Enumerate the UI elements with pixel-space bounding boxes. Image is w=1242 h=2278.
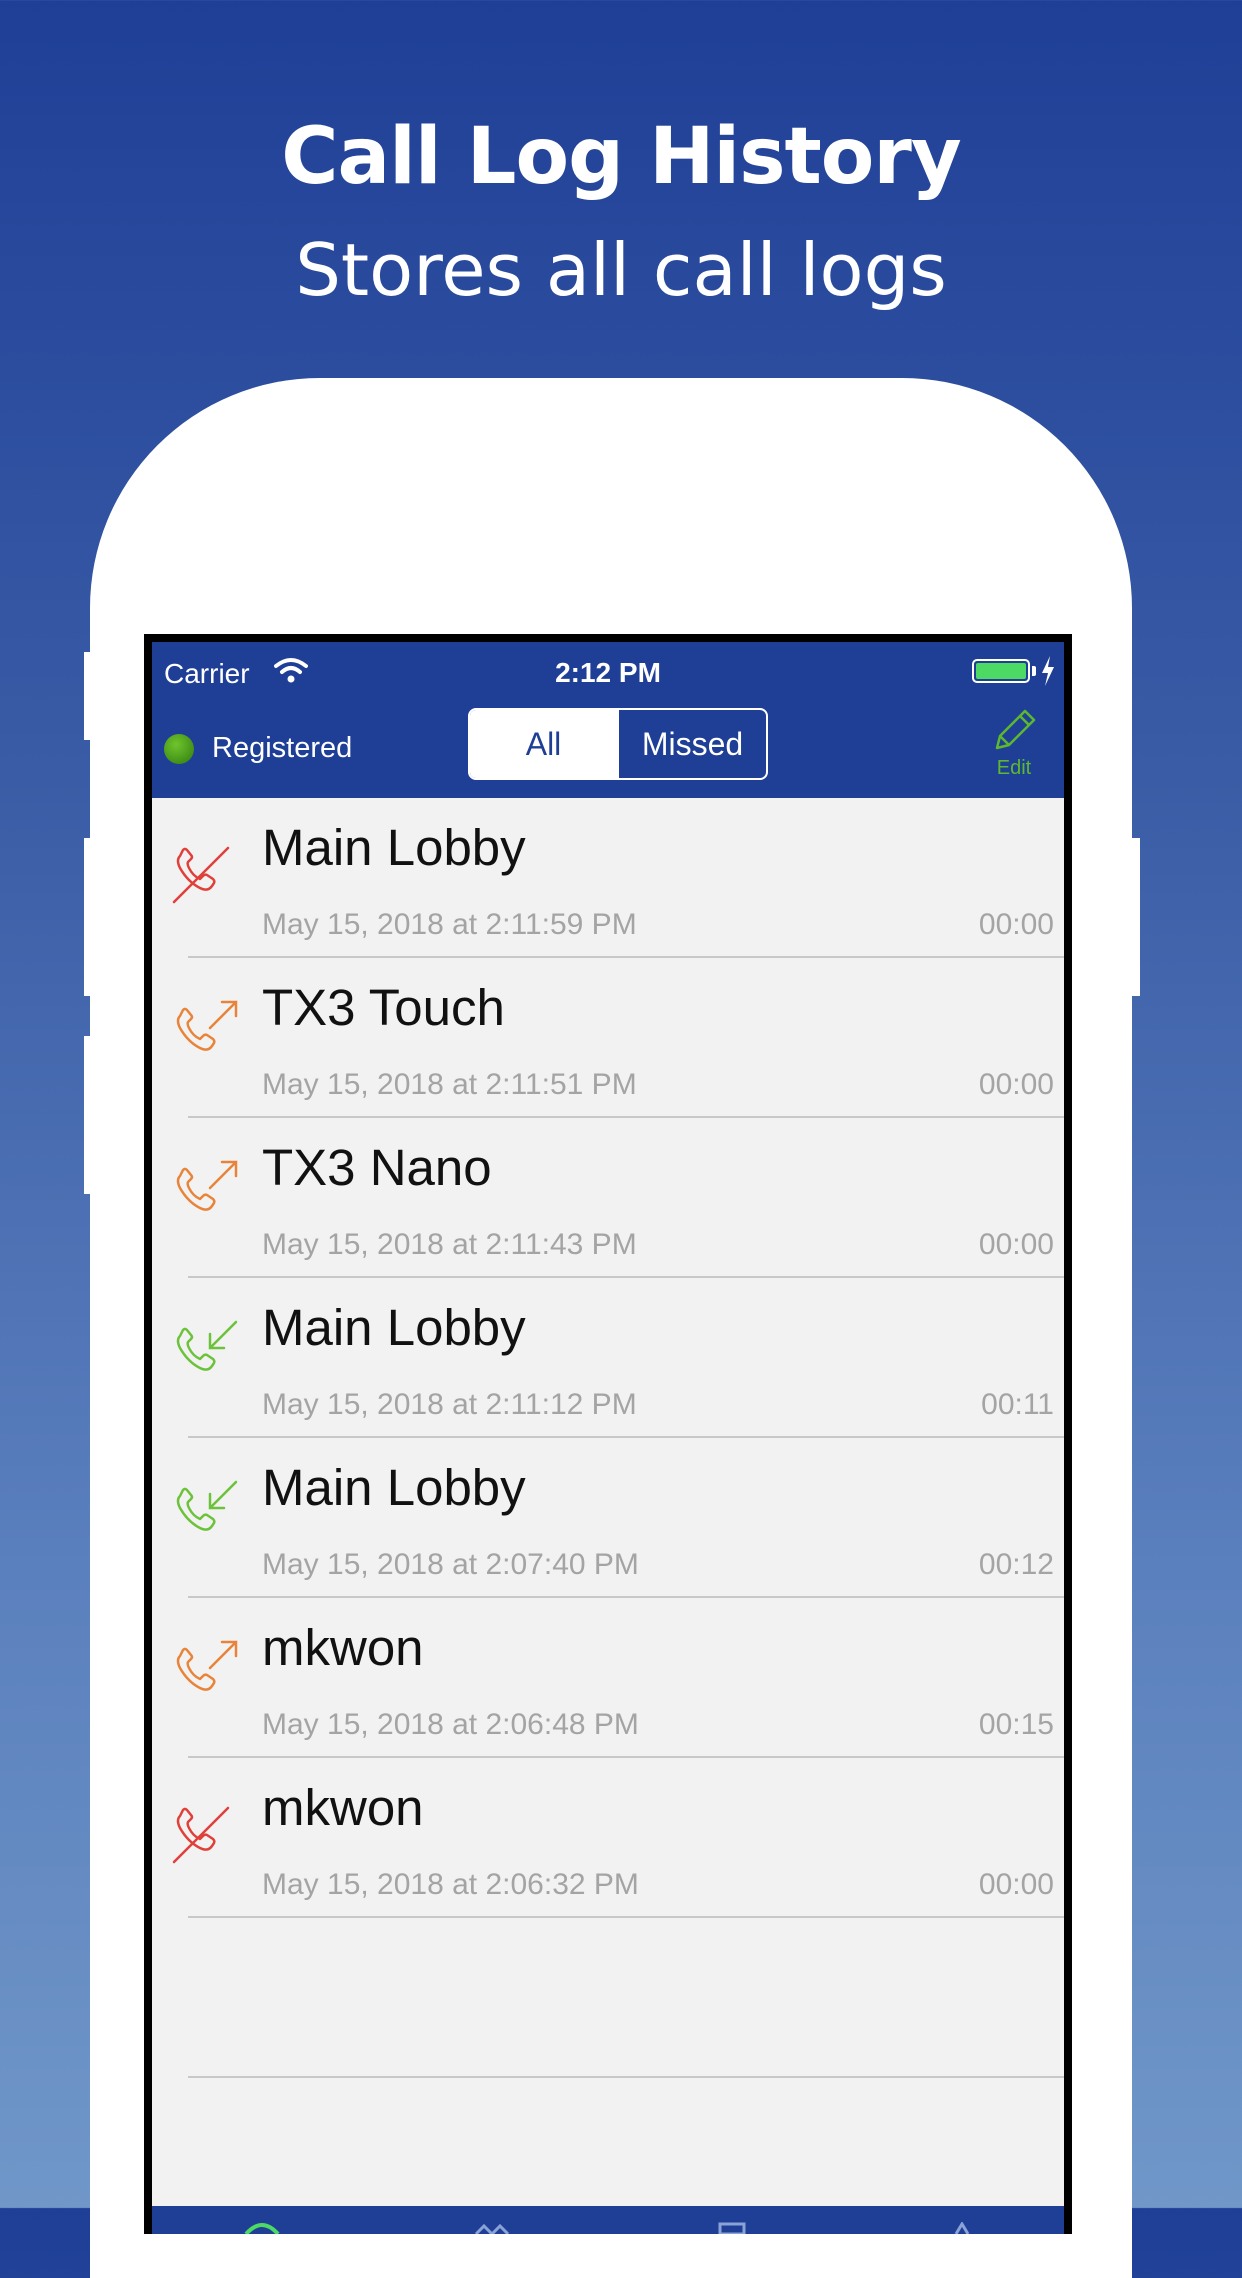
battery-icon xyxy=(972,659,1030,683)
call-duration: 00:15 xyxy=(978,1708,1054,1741)
call-date: May 15, 2018 at 2:11:12 PM xyxy=(262,1388,637,1421)
call-row[interactable]: Main Lobby May 15, 2018 at 2:11:12 PM 00:1… xyxy=(152,1278,1064,1438)
call-row[interactable]: Main Lobby May 15, 2018 at 2:11:59 PM 00:0… xyxy=(152,798,1064,958)
call-name: TX3 Nano xyxy=(262,1139,492,1196)
missed-call-icon xyxy=(172,846,230,904)
status-time: 2:12 PM xyxy=(555,657,661,688)
call-row[interactable]: TX3 Nano May 15, 2018 at 2:11:43 PM 00:00 xyxy=(152,1118,1064,1278)
charging-bolt-icon xyxy=(1042,656,1054,686)
call-date: May 15, 2018 at 2:11:59 PM xyxy=(262,908,637,941)
call-log-list: Main Lobby May 15, 2018 at 2:11:59 PM 00:0… xyxy=(152,798,1064,2078)
call-duration: 00:00 xyxy=(978,1228,1054,1261)
call-row[interactable]: mkwon May 15, 2018 at 2:06:48 PM 00:15 xyxy=(152,1598,1064,1758)
call-name: mkwon xyxy=(262,1619,424,1676)
call-duration: 00:00 xyxy=(978,1068,1054,1101)
call-duration: 00:00 xyxy=(978,908,1054,941)
call-row[interactable]: TX3 Touch May 15, 2018 at 2:11:51 PM 00:00 xyxy=(152,958,1064,1118)
tab-recents-icon[interactable] xyxy=(242,2222,282,2234)
navigation-bar: Carrier 2:12 PM Registered All Missed Ed… xyxy=(152,642,1064,798)
outgoing-call-icon xyxy=(176,1160,238,1211)
call-date: May 15, 2018 at 2:07:40 PM xyxy=(262,1548,639,1581)
call-date: May 15, 2018 at 2:11:43 PM xyxy=(262,1228,637,1261)
pencil-icon xyxy=(995,709,1036,750)
battery-nub xyxy=(1032,666,1036,676)
call-duration: 00:11 xyxy=(981,1388,1054,1421)
promo-subtitle: Stores all call logs xyxy=(295,228,947,312)
registration-status-label: Registered xyxy=(212,732,353,764)
call-name: Main Lobby xyxy=(262,819,526,876)
empty-row xyxy=(152,1918,1064,2078)
call-name: Main Lobby xyxy=(262,1459,526,1516)
phone-screen: Carrier 2:12 PM Registered All Missed Ed… xyxy=(144,634,1072,2234)
call-row[interactable]: mkwon May 15, 2018 at 2:06:32 PM 00:00 xyxy=(152,1758,1064,1918)
segment-all[interactable]: All xyxy=(470,710,617,778)
outgoing-call-icon xyxy=(176,1000,238,1051)
call-name: TX3 Touch xyxy=(262,979,505,1036)
registration-status-icon xyxy=(164,734,194,764)
tab-keypad-icon[interactable] xyxy=(712,2222,752,2234)
call-row[interactable]: Main Lobby May 15, 2018 at 2:07:40 PM 00:1… xyxy=(152,1438,1064,1598)
missed-call-icon xyxy=(172,1806,230,1864)
call-duration: 00:12 xyxy=(978,1548,1054,1581)
row-separator xyxy=(188,2076,1064,2078)
call-date: May 15, 2018 at 2:06:32 PM xyxy=(262,1868,639,1901)
promo-title: Call Log History xyxy=(281,112,961,202)
incoming-call-icon xyxy=(176,1480,238,1531)
call-duration: 00:00 xyxy=(978,1868,1054,1901)
edit-label: Edit xyxy=(996,757,1032,779)
incoming-call-icon xyxy=(176,1320,238,1371)
edit-button[interactable]: Edit xyxy=(982,704,1046,784)
call-date: May 15, 2018 at 2:11:51 PM xyxy=(262,1068,637,1101)
outgoing-call-icon xyxy=(176,1640,238,1691)
call-filter-segmented-control: All Missed xyxy=(468,708,768,780)
tab-contacts-icon[interactable] xyxy=(472,2222,512,2234)
call-name: Main Lobby xyxy=(262,1299,526,1356)
call-date: May 15, 2018 at 2:06:48 PM xyxy=(262,1708,639,1741)
tab-settings-icon[interactable] xyxy=(942,2222,982,2234)
call-name: mkwon xyxy=(262,1779,424,1836)
tab-bar xyxy=(152,2206,1064,2234)
segment-missed[interactable]: Missed xyxy=(617,710,766,778)
